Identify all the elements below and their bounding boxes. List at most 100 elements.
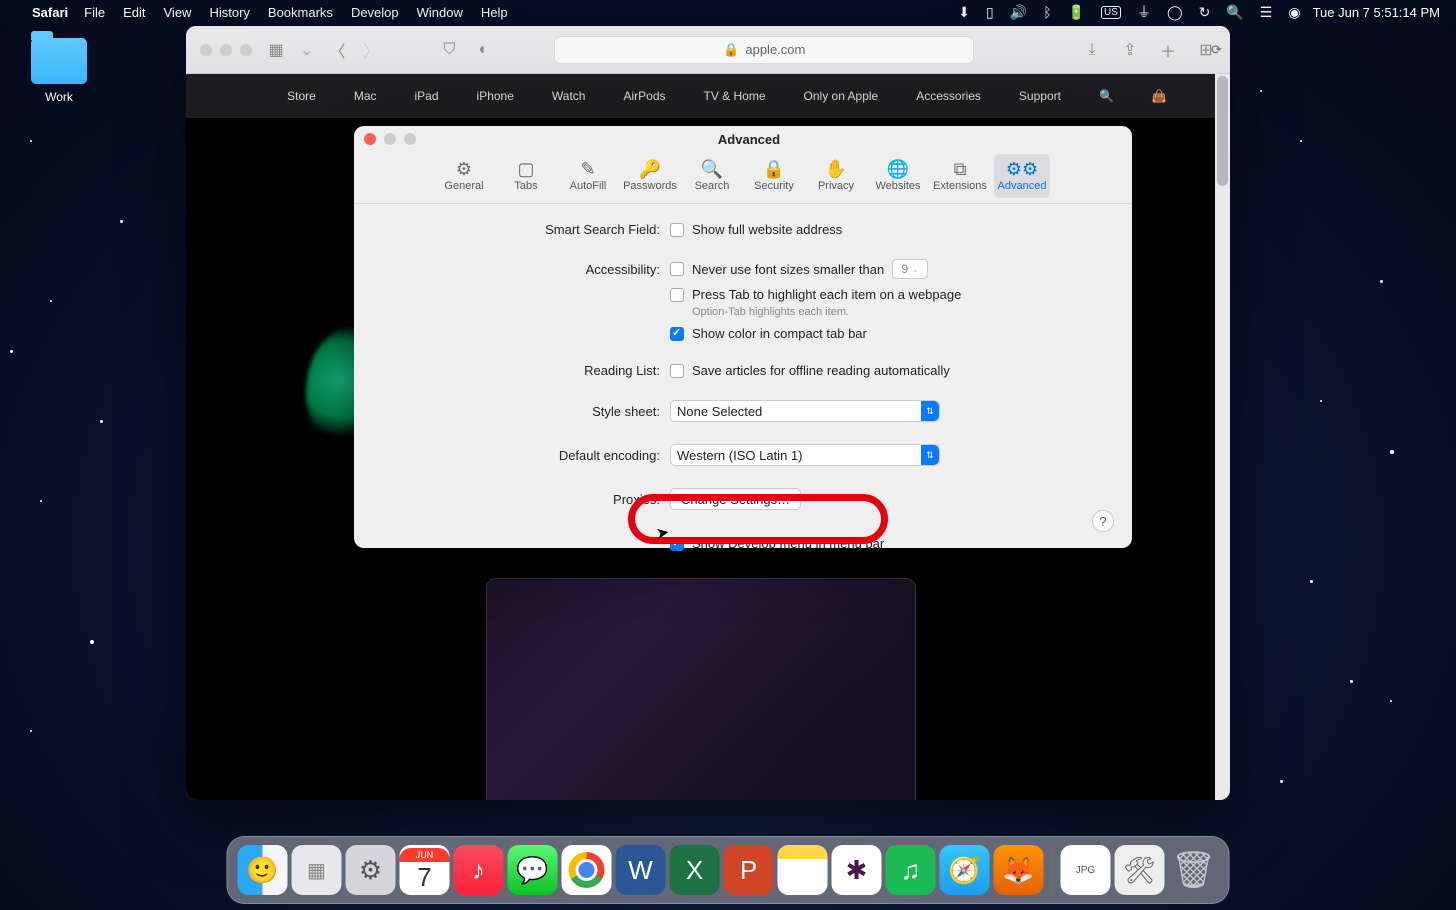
tab-search[interactable]: 🔍Search — [684, 154, 740, 198]
back-button[interactable]: 〈 — [327, 40, 347, 60]
menu-history[interactable]: History — [209, 5, 249, 20]
menu-view[interactable]: View — [164, 5, 192, 20]
extension-icon[interactable]: ◐ — [473, 40, 493, 60]
safari-toolbar: ▦ ⌄ 〈 〉 ⛉ ◐ 🔒 apple.com ⟳ ⤓ ⇪ ＋ ⊞ — [186, 26, 1230, 74]
share-icon[interactable]: ⇪ — [1120, 40, 1140, 60]
dock-trash[interactable]: 🗑 — [1169, 845, 1219, 895]
traffic-lights[interactable] — [200, 44, 252, 56]
label-smart-search: Smart Search Field: — [380, 222, 670, 237]
font-min-stepper[interactable]: 9⌄ — [892, 259, 928, 279]
menu-help[interactable]: Help — [481, 5, 508, 20]
dock-file-jpg[interactable]: JPG — [1061, 845, 1111, 895]
tab-autofill[interactable]: ✎AutoFill — [560, 154, 616, 198]
dock-calendar[interactable]: JUN7 — [400, 845, 450, 895]
tab-websites[interactable]: 🌐Websites — [870, 154, 926, 198]
dock-separator — [1052, 847, 1053, 893]
dock: 🙂 ▦ ⚙ JUN7 ♪ 💬 W X P ✱ ♫ 🧭 🦊 JPG 🛠 🗑 — [227, 836, 1230, 904]
tab-general[interactable]: ⚙General — [436, 154, 492, 198]
siri-icon[interactable]: ◉ — [1288, 4, 1300, 21]
spotlight-icon[interactable]: 🔍 — [1226, 4, 1243, 21]
wifi-icon[interactable]: ⏚ — [1137, 2, 1151, 22]
timemachine-icon[interactable]: ↻ — [1199, 4, 1211, 21]
change-proxy-button[interactable]: Change Settings… — [670, 488, 801, 510]
dock-spotify[interactable]: ♫ — [886, 845, 936, 895]
dock-notes[interactable] — [778, 845, 828, 895]
nav-watch[interactable]: Watch — [552, 89, 586, 103]
nav-tvhome[interactable]: TV & Home — [704, 89, 766, 103]
checkbox-full-address[interactable] — [670, 223, 684, 237]
checkbox-show-develop[interactable] — [670, 537, 684, 551]
menu-window[interactable]: Window — [417, 5, 463, 20]
prefs-tabbar: ⚙General ▢Tabs ✎AutoFill 🔑Passwords 🔍Sea… — [354, 152, 1132, 204]
tab-extensions[interactable]: ⧉Extensions — [932, 154, 988, 198]
checkbox-offline-reading[interactable] — [670, 364, 684, 378]
scrollbar[interactable] — [1215, 74, 1230, 800]
address-bar[interactable]: 🔒 apple.com ⟳ — [554, 36, 974, 64]
menu-edit[interactable]: Edit — [123, 5, 145, 20]
control-center-icon[interactable]: ☰ — [1260, 4, 1273, 21]
dock-firefox[interactable]: 🦊 — [994, 845, 1044, 895]
downloads-icon[interactable]: ⤓ — [1082, 40, 1102, 60]
shield-icon[interactable]: ⛉ — [439, 40, 459, 60]
input-source-icon[interactable]: US — [1101, 6, 1121, 19]
bluetooth-icon[interactable]: ᛒ — [1043, 4, 1051, 20]
prefs-body: Smart Search Field: Show full website ad… — [354, 204, 1132, 573]
tab-privacy[interactable]: ✋Privacy — [808, 154, 864, 198]
sidebar-toggle-icon[interactable]: ▦ — [266, 40, 286, 60]
user-icon[interactable]: ◯ — [1167, 4, 1183, 21]
dock-powerpoint[interactable]: P — [724, 845, 774, 895]
tab-passwords[interactable]: 🔑Passwords — [622, 154, 678, 198]
close-button[interactable] — [364, 133, 376, 145]
menu-file[interactable]: File — [84, 5, 105, 20]
menubar: Safari File Edit View History Bookmarks … — [0, 0, 1456, 24]
nav-ipad[interactable]: iPad — [415, 89, 439, 103]
dock-launchpad[interactable]: ▦ — [292, 845, 342, 895]
menu-bookmarks[interactable]: Bookmarks — [268, 5, 333, 20]
hero-macbook — [486, 578, 916, 800]
nav-iphone[interactable]: iPhone — [477, 89, 514, 103]
dock-messages[interactable]: 💬 — [508, 845, 558, 895]
tab-advanced[interactable]: ⚙⚙Advanced — [994, 154, 1050, 198]
nav-only[interactable]: Only on Apple — [804, 89, 879, 103]
menubar-app-name[interactable]: Safari — [32, 5, 68, 20]
url-host: apple.com — [745, 42, 805, 57]
preferences-window: Advanced ⚙General ▢Tabs ✎AutoFill 🔑Passw… — [354, 126, 1132, 548]
menubar-clock[interactable]: Tue Jun 7 5:51:14 PM — [1313, 5, 1440, 20]
dock-word[interactable]: W — [616, 845, 666, 895]
volume-icon[interactable]: 🔊 — [1010, 4, 1027, 21]
nav-store[interactable]: Store — [287, 89, 316, 103]
checkbox-press-tab[interactable] — [670, 288, 684, 302]
dock-settings[interactable]: ⚙ — [346, 845, 396, 895]
help-button[interactable]: ? — [1092, 510, 1114, 532]
checkbox-color-tab[interactable] — [670, 327, 684, 341]
dock-slack[interactable]: ✱ — [832, 845, 882, 895]
dock-file-tool[interactable]: 🛠 — [1115, 845, 1165, 895]
nav-support[interactable]: Support — [1019, 89, 1061, 103]
menu-develop[interactable]: Develop — [351, 5, 399, 20]
tab-security[interactable]: 🔒Security — [746, 154, 802, 198]
new-tab-icon[interactable]: ＋ — [1158, 40, 1178, 60]
option-font-min: Never use font sizes smaller than — [692, 262, 884, 277]
nav-airpods[interactable]: AirPods — [623, 89, 665, 103]
nav-bag-icon[interactable]: 👜 — [1152, 89, 1167, 103]
checkbox-font-min[interactable] — [670, 262, 684, 276]
stylesheet-select[interactable]: None Selected⇅ — [670, 400, 940, 422]
option-color-tab: Show color in compact tab bar — [692, 326, 867, 341]
reload-icon[interactable]: ⟳ — [1211, 42, 1222, 58]
desktop-folder-work[interactable]: Work — [24, 38, 94, 104]
tab-tabs[interactable]: ▢Tabs — [498, 154, 554, 198]
dropbox-icon[interactable]: ⬇ — [958, 4, 970, 21]
battery-icon[interactable]: 🔋 — [1068, 4, 1085, 21]
dock-chrome[interactable] — [562, 845, 612, 895]
encoding-select[interactable]: Western (ISO Latin 1)⇅ — [670, 444, 940, 466]
nav-search-icon[interactable]: 🔍 — [1099, 89, 1114, 103]
dock-music[interactable]: ♪ — [454, 845, 504, 895]
scrollbar-thumb[interactable] — [1217, 76, 1228, 186]
dock-excel[interactable]: X — [670, 845, 720, 895]
nav-accessories[interactable]: Accessories — [916, 89, 981, 103]
forward-button[interactable]: 〉 — [361, 40, 381, 60]
dock-safari[interactable]: 🧭 — [940, 845, 990, 895]
device-icon[interactable]: ▯ — [986, 4, 994, 21]
dock-finder[interactable]: 🙂 — [238, 845, 288, 895]
nav-mac[interactable]: Mac — [354, 89, 377, 103]
